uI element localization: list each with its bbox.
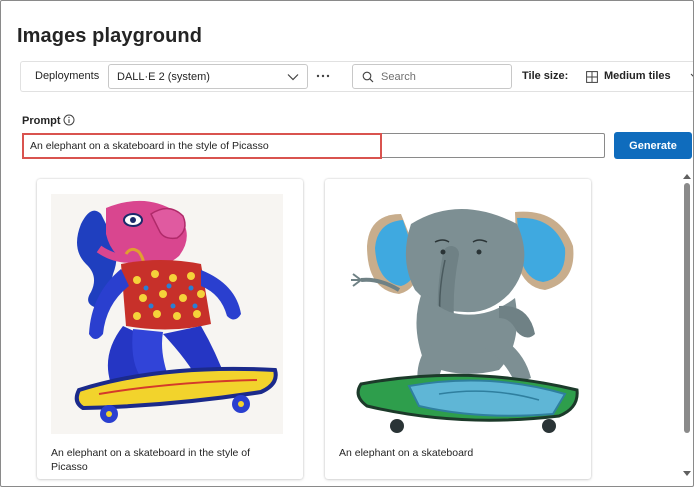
image-caption: An elephant on a skateboard xyxy=(339,447,474,459)
prompt-label: Prompt xyxy=(22,115,61,127)
chevron-down-icon xyxy=(287,74,299,81)
image-tile[interactable]: An elephant on a skateboard xyxy=(325,179,591,479)
image-caption: An elephant on a skateboard in the style… xyxy=(51,447,251,470)
generated-image-picasso-elephant xyxy=(51,194,283,434)
deployments-label: Deployments xyxy=(35,70,100,82)
results-scrollbar[interactable] xyxy=(682,173,692,479)
generate-button[interactable]: Generate xyxy=(614,132,692,159)
grid-icon xyxy=(586,71,598,83)
deployment-dropdown[interactable]: DALL·E 2 (system) xyxy=(108,64,308,89)
tile-size-label: Tile size: xyxy=(522,70,569,82)
scroll-down-arrow-icon[interactable] xyxy=(683,471,691,477)
prompt-text: An elephant on a skateboard in the style… xyxy=(30,140,269,152)
search-icon xyxy=(362,71,374,83)
toolbar: Deployments DALL·E 2 (system) Tile size: xyxy=(20,61,693,92)
tile-size-dropdown[interactable]: Medium tiles xyxy=(584,64,693,89)
search-input[interactable] xyxy=(381,68,507,86)
results-grid: An elephant on a skateboard in the style… xyxy=(21,167,675,486)
images-playground-window: Images playground Deployments DALL·E 2 (… xyxy=(0,0,694,487)
prompt-input[interactable]: An elephant on a skateboard in the style… xyxy=(22,133,605,158)
tile-size-value: Medium tiles xyxy=(604,70,671,82)
deployment-value: DALL·E 2 (system) xyxy=(117,71,210,83)
search-box[interactable] xyxy=(352,64,512,89)
scrollbar-thumb[interactable] xyxy=(684,183,690,433)
generated-image-cartoon-elephant xyxy=(339,194,579,434)
chevron-down-icon xyxy=(690,73,693,77)
page-title: Images playground xyxy=(17,25,203,47)
more-options-button[interactable] xyxy=(313,66,333,86)
scroll-up-arrow-icon[interactable] xyxy=(683,173,691,179)
info-icon[interactable] xyxy=(63,114,75,126)
image-tile[interactable]: An elephant on a skateboard in the style… xyxy=(37,179,303,479)
more-horizontal-icon xyxy=(316,74,330,78)
